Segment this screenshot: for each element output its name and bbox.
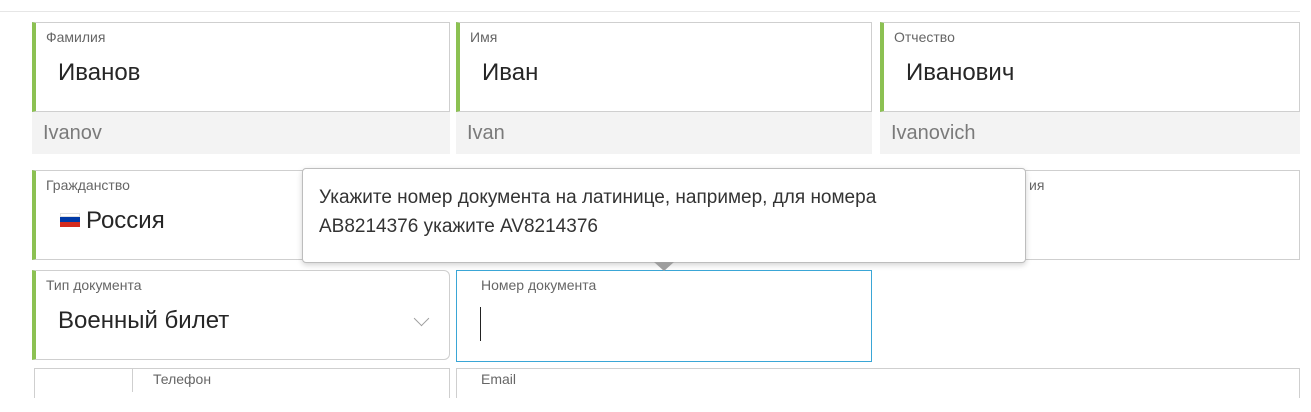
patronymic-latin: Ivanovich — [880, 112, 1300, 154]
first-name-value: Иван — [482, 59, 539, 86]
document-number-input[interactable]: Номер документа — [456, 270, 872, 362]
surname-field[interactable]: Фамилия Иванов — [32, 22, 450, 112]
tooltip-line-1: Укажите номер документа на латинице, нап… — [319, 187, 877, 208]
patronymic-field[interactable]: Отчество Иванович — [880, 22, 1300, 112]
surname-latin: Ivanov — [32, 112, 450, 154]
document-number-label: Номер документа — [481, 277, 597, 293]
flag-stripe-red — [60, 221, 80, 227]
first-name-field[interactable]: Имя Иван — [456, 22, 872, 112]
surname-value: Иванов — [58, 59, 141, 86]
tooltip-arrow — [654, 262, 674, 271]
phone-label: Телефон — [153, 371, 212, 387]
tooltip-line-2: AB8214376 укажите AV8214376 — [319, 216, 598, 237]
email-field[interactable]: Email — [456, 368, 1300, 398]
phone-country-divider — [132, 368, 133, 392]
email-label: Email — [481, 371, 517, 387]
first-name-latin: Ivan — [456, 112, 872, 154]
phone-field[interactable]: Телефон — [34, 368, 450, 398]
chevron-down-icon[interactable] — [413, 310, 430, 327]
citizenship-value-wrap: Россия — [60, 207, 165, 235]
text-cursor — [480, 307, 481, 341]
citizenship-label: Гражданство — [46, 177, 130, 193]
first-name-label: Имя — [470, 29, 498, 45]
document-type-select[interactable]: Тип документа Военный билет — [32, 270, 450, 360]
citizenship-value: Россия — [86, 207, 165, 234]
document-type-label: Тип документа — [46, 277, 142, 293]
top-divider — [0, 11, 1300, 12]
surname-label: Фамилия — [46, 29, 106, 45]
patronymic-value: Иванович — [906, 59, 1015, 86]
birthdate-label: ия — [1029, 177, 1045, 193]
russia-flag-icon — [60, 212, 80, 227]
patronymic-label: Отчество — [894, 29, 955, 45]
document-type-value: Военный билет — [58, 307, 230, 334]
document-number-hint-tooltip: Укажите номер документа на латинице, нап… — [302, 168, 1026, 271]
